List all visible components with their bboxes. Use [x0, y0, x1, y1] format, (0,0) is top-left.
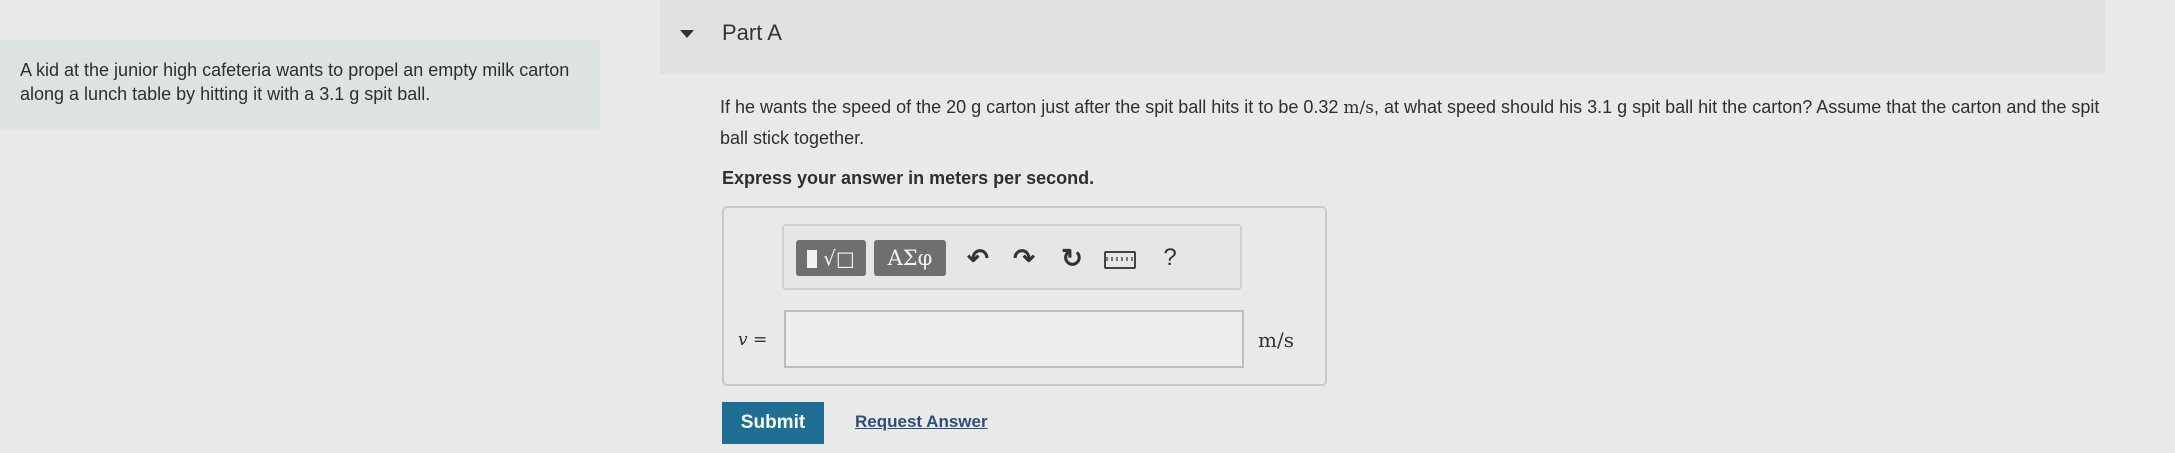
problem-statement-text: A kid at the junior high cafeteria wants… — [20, 60, 570, 104]
question-unit: m/s — [1343, 98, 1374, 118]
answer-box: √□ ΑΣφ ↶ ↷ ↻ ? v = m/s — [722, 206, 1327, 386]
unit-label: m/s — [1258, 328, 1294, 352]
greek-symbols-button[interactable]: ΑΣφ — [874, 240, 946, 276]
redo-icon[interactable]: ↷ — [1008, 240, 1040, 276]
problem-statement-panel: A kid at the junior high cafeteria wants… — [0, 40, 600, 130]
undo-icon[interactable]: ↶ — [962, 240, 994, 276]
answer-input[interactable] — [784, 310, 1244, 368]
math-toolbar: √□ ΑΣφ ↶ ↷ ↻ ? — [782, 224, 1242, 290]
question-text: If he wants the speed of the 20 g carton… — [720, 92, 2110, 153]
request-answer-link[interactable]: Request Answer — [855, 412, 988, 432]
template-square-icon — [807, 249, 818, 268]
answer-instruction: Express your answer in meters per second… — [722, 168, 1095, 188]
variable-label: v = — [738, 330, 768, 350]
sqrt-template-icon: √□ — [823, 246, 855, 271]
templates-button[interactable]: √□ — [796, 240, 866, 276]
keyboard-shape — [1104, 251, 1136, 270]
keyboard-icon[interactable] — [1104, 240, 1136, 276]
part-a-header[interactable] — [660, 0, 2105, 74]
submit-button[interactable]: Submit — [722, 402, 824, 444]
collapse-caret-icon[interactable] — [680, 30, 694, 38]
question-text-pre: If he wants the speed of the 20 g carton… — [720, 97, 1344, 117]
part-title[interactable]: Part A — [722, 20, 782, 46]
help-button[interactable]: ? — [1154, 240, 1186, 276]
reset-icon[interactable]: ↻ — [1056, 240, 1088, 276]
